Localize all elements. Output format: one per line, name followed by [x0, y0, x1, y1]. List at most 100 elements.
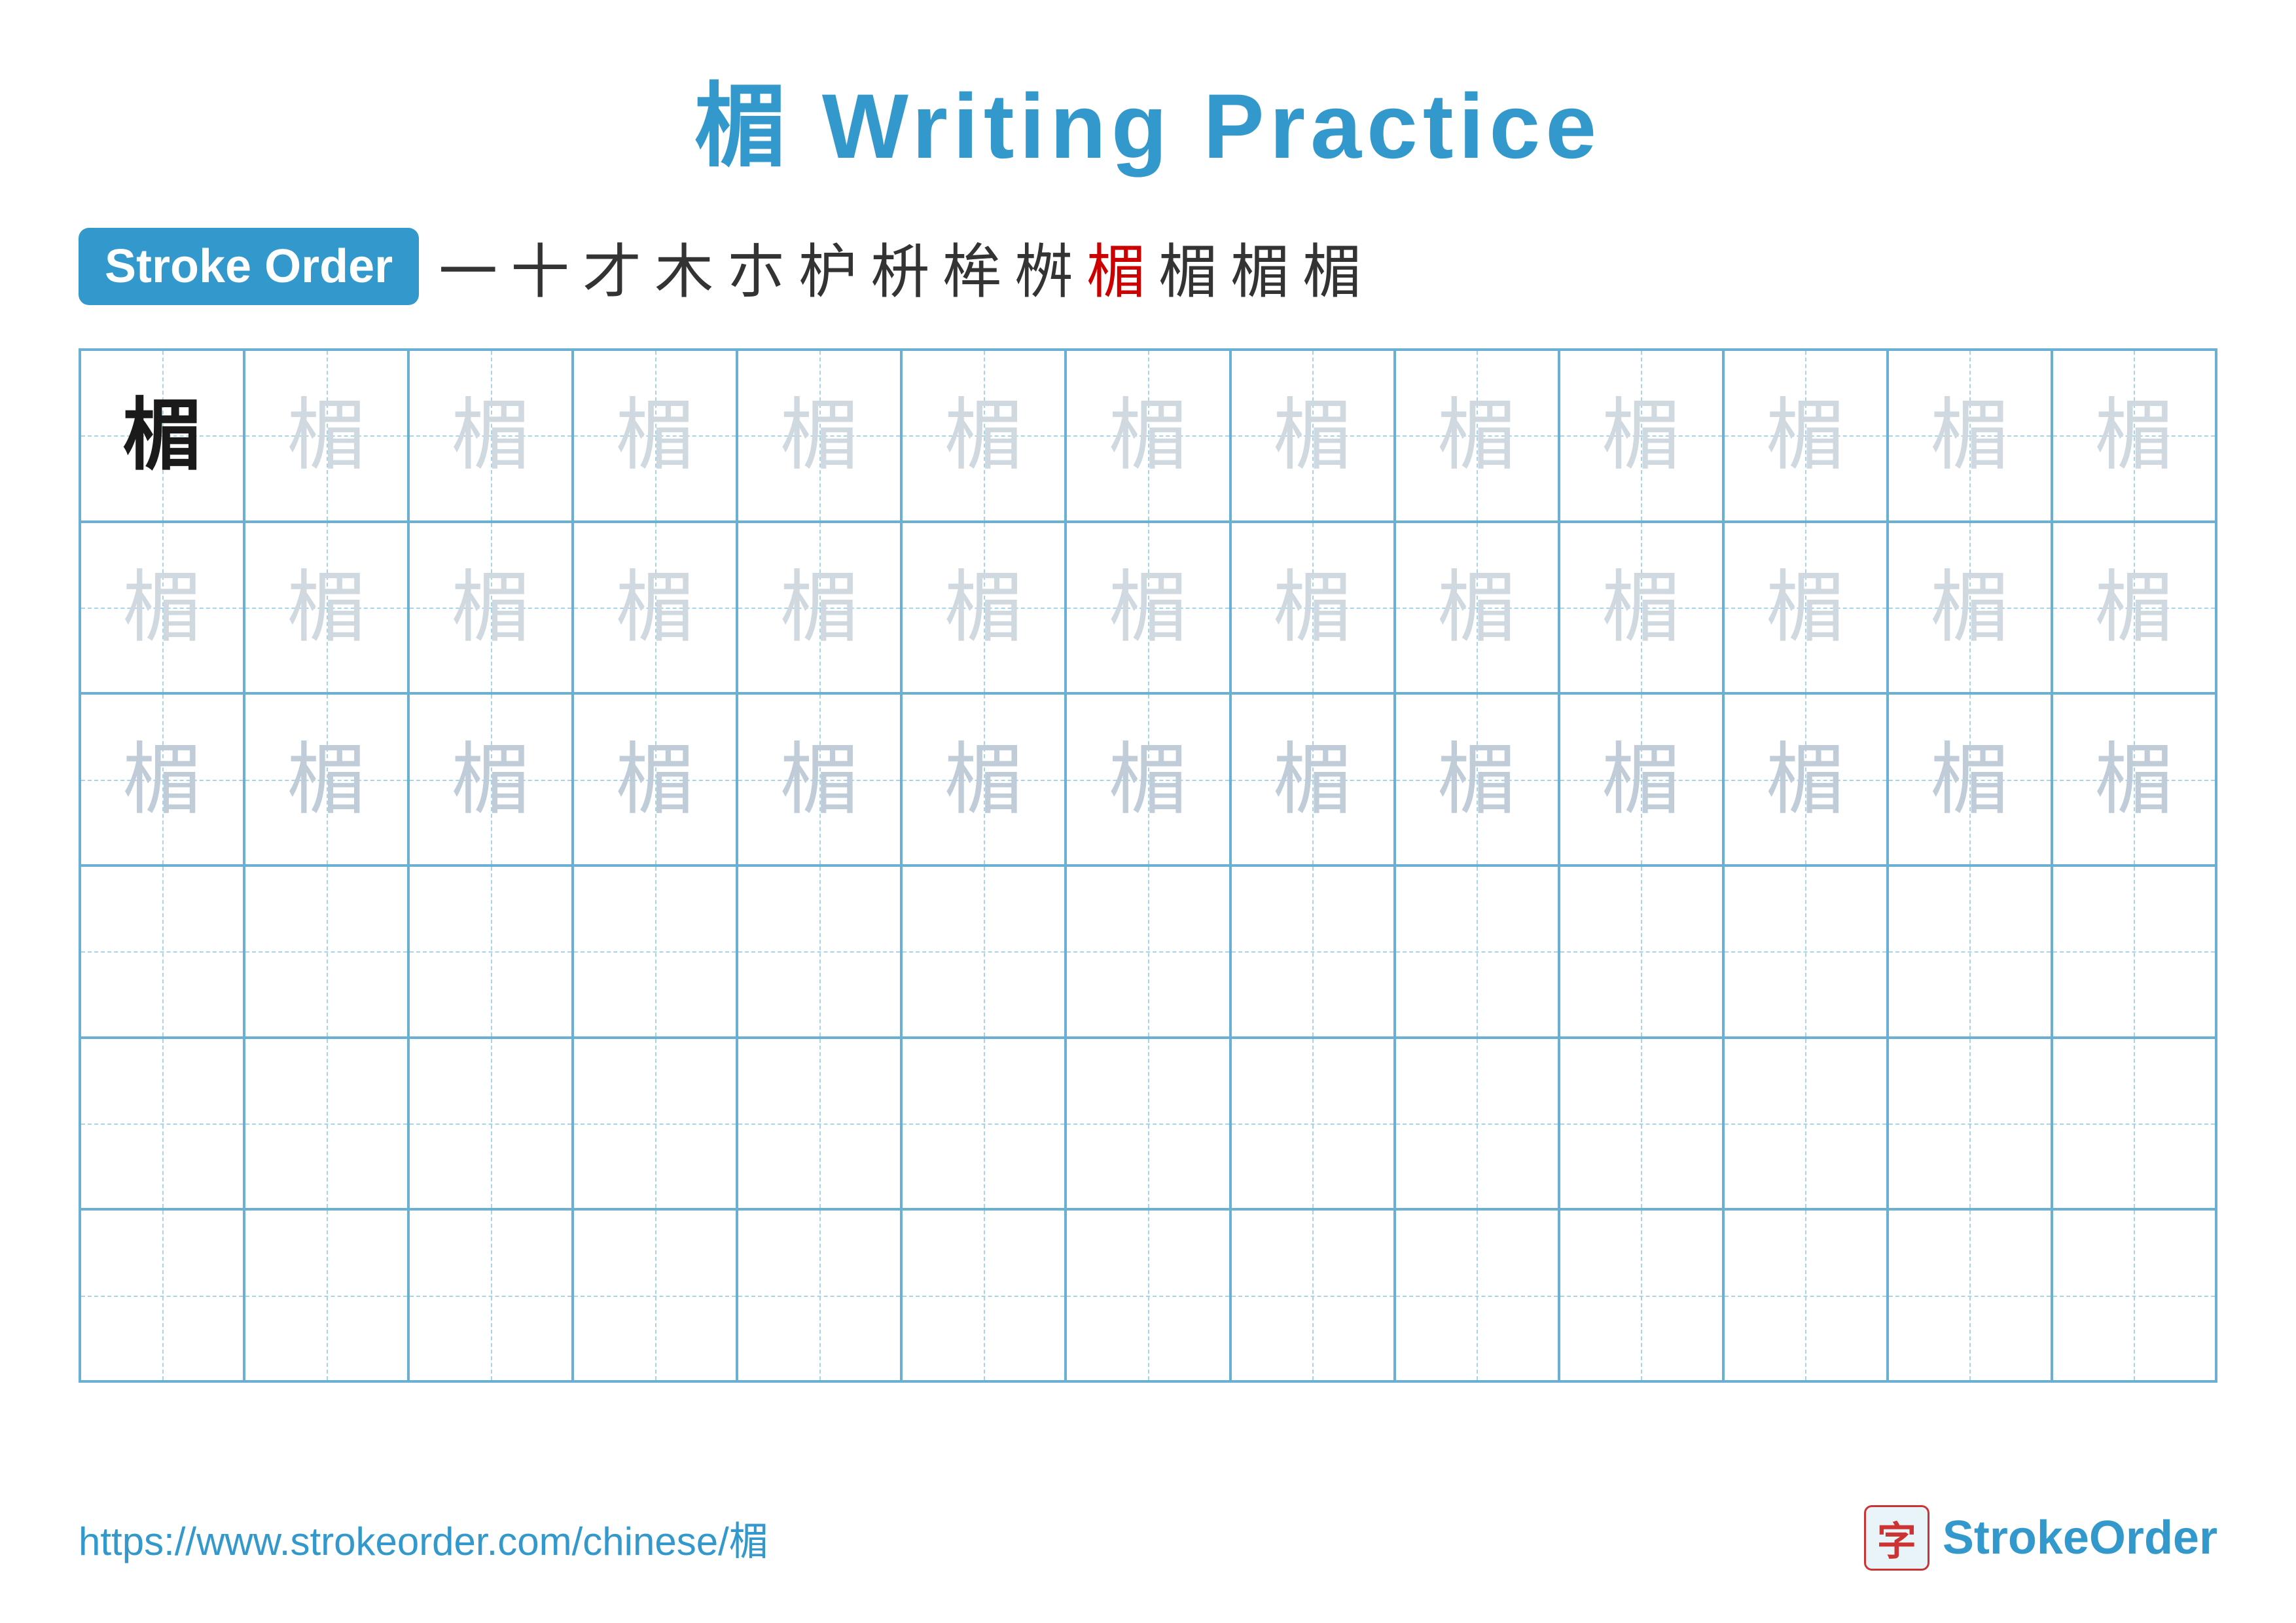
grid-cell[interactable]: 楣	[901, 693, 1066, 866]
grid-cell[interactable]	[80, 866, 244, 1038]
grid-cell[interactable]	[1559, 1209, 1723, 1381]
grid-cell[interactable]: 楣	[1066, 350, 1230, 522]
logo-stroke: Stroke	[1943, 1512, 2089, 1564]
grid-cell[interactable]: 楣	[408, 350, 573, 522]
grid-cell[interactable]	[573, 1209, 737, 1381]
grid-cell[interactable]: 楣	[737, 693, 901, 866]
grid-cell[interactable]	[1723, 1038, 1888, 1210]
grid-cell[interactable]: 楣	[1559, 350, 1723, 522]
stroke-5: 朩	[726, 224, 785, 309]
grid-cell[interactable]	[2052, 1038, 2216, 1210]
grid-cell[interactable]: 楣	[1230, 522, 1395, 694]
grid-cell[interactable]: 楣	[1559, 522, 1723, 694]
stroke-13: 楣	[1302, 224, 1361, 309]
grid-cell[interactable]	[737, 1038, 901, 1210]
grid-cell[interactable]	[1066, 866, 1230, 1038]
logo-text: StrokeOrder	[1943, 1511, 2217, 1565]
title-text: Writing Practice	[822, 75, 1602, 177]
grid-cell[interactable]	[244, 1209, 408, 1381]
grid-cell[interactable]	[80, 1209, 244, 1381]
grid-cell[interactable]	[573, 1038, 737, 1210]
grid-cell[interactable]	[737, 1209, 901, 1381]
grid-cell[interactable]: 楣	[244, 522, 408, 694]
grid-cell[interactable]	[80, 1038, 244, 1210]
title-char: 楣	[694, 75, 791, 177]
grid-cell[interactable]	[244, 1038, 408, 1210]
page-title: 楣 Writing Practice	[79, 52, 2217, 185]
grid-cell[interactable]: 楣	[1395, 350, 1559, 522]
grid-cell[interactable]	[1395, 866, 1559, 1038]
grid-cell[interactable]: 楣	[2052, 522, 2216, 694]
stroke-10: 楣	[1086, 224, 1145, 309]
grid-cell[interactable]: 楣	[1230, 693, 1395, 866]
stroke-3: 才	[583, 224, 641, 309]
stroke-6: 枦	[798, 224, 857, 309]
grid-cell[interactable]: 楣	[1066, 522, 1230, 694]
stroke-12: 楣	[1230, 224, 1289, 309]
grid-cell[interactable]: 楣	[2052, 693, 2216, 866]
grid-cell[interactable]: 楣	[737, 522, 901, 694]
practice-grid: 楣楣楣楣楣楣楣楣楣楣楣楣楣楣楣楣楣楣楣楣楣楣楣楣楣楣楣楣楣楣楣楣楣楣楣楣楣楣楣	[79, 348, 2217, 1383]
footer-url: https://www.strokeorder.com/chinese/楣	[79, 1510, 768, 1567]
grid-cell[interactable]: 楣	[573, 522, 737, 694]
grid-cell[interactable]	[1723, 866, 1888, 1038]
grid-cell[interactable]	[1723, 1209, 1888, 1381]
grid-cell[interactable]: 楣	[573, 693, 737, 866]
grid-cell[interactable]: 楣	[1888, 693, 2052, 866]
grid-cell[interactable]: 楣	[244, 350, 408, 522]
grid-cell[interactable]: 楣	[1723, 350, 1888, 522]
grid-cell[interactable]	[2052, 1209, 2216, 1381]
grid-cell[interactable]: 楣	[573, 350, 737, 522]
stroke-7: 枡	[870, 224, 929, 309]
grid-cell[interactable]: 楣	[1888, 350, 2052, 522]
grid-cell[interactable]	[2052, 866, 2216, 1038]
logo-order: Order	[2089, 1512, 2217, 1564]
stroke-2: 十	[511, 224, 569, 309]
grid-cell[interactable]: 楣	[901, 350, 1066, 522]
footer: https://www.strokeorder.com/chinese/楣 字 …	[79, 1505, 2217, 1571]
grid-cell[interactable]: 楣	[408, 693, 573, 866]
grid-cell[interactable]: 楣	[737, 350, 901, 522]
grid-cell[interactable]	[1395, 1038, 1559, 1210]
grid-cell[interactable]	[573, 866, 737, 1038]
grid-cell[interactable]: 楣	[80, 522, 244, 694]
grid-cell[interactable]: 楣	[80, 693, 244, 866]
stroke-4: 木	[655, 224, 713, 309]
grid-cell[interactable]	[901, 1038, 1066, 1210]
grid-cell[interactable]: 楣	[901, 522, 1066, 694]
grid-cell[interactable]: 楣	[1559, 693, 1723, 866]
grid-cell[interactable]	[1230, 1038, 1395, 1210]
grid-cell[interactable]	[737, 866, 901, 1038]
page: 楣 Writing Practice Stroke Order 一 十 才 木 …	[0, 0, 2296, 1623]
grid-cell[interactable]	[1888, 866, 2052, 1038]
grid-cell[interactable]	[408, 866, 573, 1038]
grid-cell[interactable]	[1888, 1038, 2052, 1210]
grid-cell[interactable]	[408, 1209, 573, 1381]
grid-cell[interactable]	[901, 1209, 1066, 1381]
grid-cell[interactable]: 楣	[1723, 522, 1888, 694]
grid-cell[interactable]	[901, 866, 1066, 1038]
stroke-order-row: Stroke Order 一 十 才 木 朩 枦 枡 桙 桝 楣 楣 楣 楣	[79, 224, 2217, 309]
grid-cell[interactable]	[1559, 1038, 1723, 1210]
grid-cell[interactable]: 楣	[1230, 350, 1395, 522]
grid-cell[interactable]: 楣	[1395, 693, 1559, 866]
grid-cell[interactable]	[408, 1038, 573, 1210]
grid-cell[interactable]	[1230, 1209, 1395, 1381]
grid-cell[interactable]	[1066, 1038, 1230, 1210]
grid-cell[interactable]	[1395, 1209, 1559, 1381]
grid-cell[interactable]	[244, 866, 408, 1038]
grid-cell[interactable]: 楣	[2052, 350, 2216, 522]
grid-cell[interactable]	[1559, 866, 1723, 1038]
grid-cell[interactable]: 楣	[244, 693, 408, 866]
grid-cell[interactable]: 楣	[1888, 522, 2052, 694]
grid-cell[interactable]: 楣	[1066, 693, 1230, 866]
grid-cell[interactable]: 楣	[80, 350, 244, 522]
stroke-8: 桙	[942, 224, 1001, 309]
grid-cell[interactable]: 楣	[1723, 693, 1888, 866]
grid-cell[interactable]: 楣	[1395, 522, 1559, 694]
grid-cell[interactable]	[1230, 866, 1395, 1038]
stroke-order-badge: Stroke Order	[79, 228, 419, 305]
grid-cell[interactable]: 楣	[408, 522, 573, 694]
grid-cell[interactable]	[1066, 1209, 1230, 1381]
grid-cell[interactable]	[1888, 1209, 2052, 1381]
